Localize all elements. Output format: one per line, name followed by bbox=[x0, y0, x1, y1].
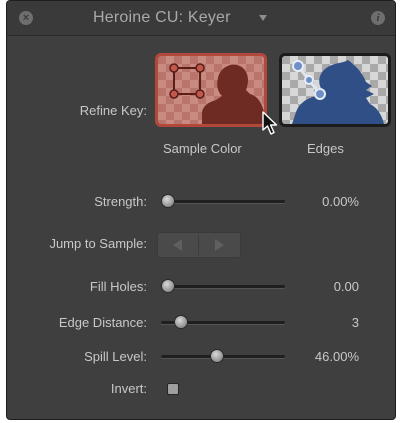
edge-distance-value[interactable]: 3 bbox=[297, 315, 359, 330]
next-icon bbox=[215, 239, 224, 251]
fill-holes-value[interactable]: 0.00 bbox=[297, 279, 359, 294]
invert-label: Invert: bbox=[110, 381, 147, 396]
edges-caption: Edges bbox=[307, 141, 344, 156]
info-icon[interactable]: i bbox=[371, 11, 385, 25]
fill-holes-label: Fill Holes: bbox=[89, 279, 147, 294]
panel-title[interactable]: Heroine CU: Keyer bbox=[93, 9, 231, 27]
edge-distance-label: Edge Distance: bbox=[58, 315, 147, 330]
jump-to-sample-label: Jump to Sample: bbox=[49, 236, 147, 251]
edges-button[interactable] bbox=[279, 53, 391, 127]
refine-key-label: Refine Key: bbox=[79, 103, 147, 118]
spill-level-label: Spill Level: bbox=[84, 349, 147, 364]
spill-level-value[interactable]: 46.00% bbox=[297, 349, 359, 364]
fill-holes-slider-thumb[interactable] bbox=[161, 279, 175, 293]
strength-slider-track[interactable] bbox=[161, 200, 285, 203]
strength-slider-thumb[interactable] bbox=[161, 194, 175, 208]
jump-previous-button[interactable] bbox=[158, 233, 198, 257]
close-icon[interactable]: × bbox=[19, 11, 33, 25]
sample-color-icon bbox=[158, 56, 264, 124]
strength-label: Strength: bbox=[94, 194, 147, 209]
edges-icon bbox=[282, 56, 388, 124]
strength-value[interactable]: 0.00% bbox=[297, 194, 359, 209]
chevron-down-icon[interactable] bbox=[259, 15, 267, 21]
invert-checkbox[interactable] bbox=[167, 383, 179, 395]
jump-to-sample-control bbox=[157, 232, 241, 258]
sample-color-caption: Sample Color bbox=[163, 141, 242, 156]
spill-level-slider-thumb[interactable] bbox=[210, 349, 224, 363]
sample-color-button[interactable] bbox=[155, 53, 267, 127]
title-bar[interactable]: × Heroine CU: Keyer i bbox=[7, 1, 395, 36]
fill-holes-slider-track[interactable] bbox=[161, 285, 285, 288]
edge-distance-slider-thumb[interactable] bbox=[174, 315, 188, 329]
jump-next-button[interactable] bbox=[199, 233, 239, 257]
keyer-hud-panel: × Heroine CU: Keyer i Refine Key: Sample… bbox=[6, 0, 396, 420]
previous-icon bbox=[173, 239, 182, 251]
mouse-pointer-icon bbox=[262, 111, 278, 135]
